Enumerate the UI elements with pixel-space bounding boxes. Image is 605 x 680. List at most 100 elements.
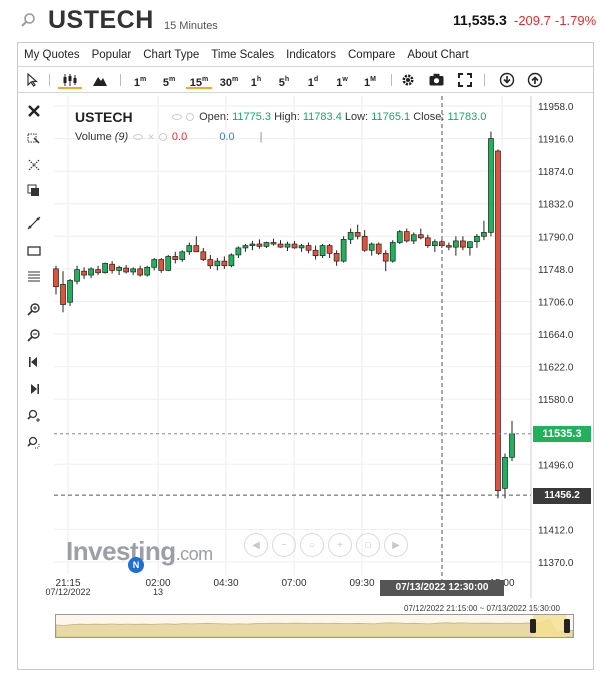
- candle-body: [109, 263, 115, 271]
- legend-settings-icon[interactable]: [186, 113, 194, 122]
- y-tick-label: 11790.0: [538, 232, 574, 243]
- candle-body: [403, 231, 410, 242]
- candle-body: [396, 231, 403, 243]
- candle-body: [172, 256, 179, 260]
- last-price-tag: 11535.3: [533, 426, 591, 442]
- candle-body: [319, 245, 326, 257]
- candle-body: [312, 249, 319, 257]
- navigator-right-handle[interactable]: [564, 619, 570, 633]
- legend-eye-icon[interactable]: [172, 114, 182, 121]
- candle-body: [249, 243, 256, 246]
- open-value: 11775.3: [232, 111, 272, 123]
- candle-body: [88, 268, 94, 276]
- candle-body: [389, 242, 396, 262]
- candle-body: [284, 243, 291, 248]
- candle-body: [375, 243, 382, 254]
- x-tick-sublabel: 07/12/2022: [45, 587, 90, 597]
- candle-body: [340, 239, 347, 262]
- candle-body: [228, 254, 235, 267]
- volume-label: Volume: [75, 131, 112, 143]
- nav-fit-icon[interactable]: □: [356, 533, 380, 557]
- y-tick-label: 11748.0: [538, 265, 574, 276]
- price-chart[interactable]: 11958.0 11916.0 11874.0 11832.0 11790.0 11748…: [0, 0, 605, 680]
- legend-symbol: USTECH: [75, 109, 133, 125]
- crosshair-time-tag: 07/13/2022 12:30:00: [380, 580, 504, 596]
- candle-body: [417, 234, 424, 239]
- x-tick-label: 09:30: [349, 578, 374, 589]
- candle-body: [270, 242, 277, 245]
- volume-period: (9): [114, 131, 129, 143]
- nav-zoom-out-icon[interactable]: −: [272, 533, 296, 557]
- candle-body: [431, 241, 438, 246]
- candle-body: [144, 266, 151, 276]
- candle-body: [81, 270, 87, 276]
- candle-body: [509, 433, 515, 458]
- candle-body: [467, 241, 473, 249]
- y-tick-label: 11916.0: [538, 135, 574, 146]
- candle-body: [53, 268, 59, 288]
- nav-zoom-in-icon[interactable]: +: [328, 533, 352, 557]
- crosshair-price-tag: 11456.2: [533, 488, 591, 504]
- nav-right-icon[interactable]: ▶: [384, 533, 408, 557]
- navigator-range-label: 07/12/2022 21:15:00 ~ 07/13/2022 15:30:0…: [404, 604, 560, 613]
- candle-body: [474, 235, 480, 243]
- low-label: Low:: [344, 111, 369, 123]
- y-tick-label: 11958.0: [538, 102, 574, 113]
- candle-body: [67, 280, 73, 303]
- candle-body: [263, 242, 270, 247]
- candle-body: [74, 269, 80, 282]
- y-tick-label: 11580.0: [538, 395, 574, 406]
- time-navigator[interactable]: [55, 614, 574, 638]
- volume-value-2: 0.0: [219, 131, 235, 143]
- candle-body: [200, 251, 207, 260]
- navigator-selection[interactable]: [533, 615, 567, 637]
- candle-body: [158, 259, 165, 271]
- close-label: Close:: [413, 111, 445, 123]
- y-tick-label: 11706.0: [538, 297, 574, 308]
- candle-body: [368, 243, 375, 251]
- legend-ohlc: Open: 11775.3 High: 11783.4 Low: 11765.1…: [170, 111, 486, 123]
- candle-body: [291, 243, 298, 249]
- y-tick-label: 11412.0: [538, 525, 574, 536]
- candle-body: [221, 260, 228, 267]
- candle-body: [354, 232, 361, 237]
- navigator-left-handle[interactable]: [530, 619, 536, 633]
- candle-body: [186, 245, 193, 253]
- y-tick-label: 11622.0: [538, 363, 574, 374]
- n-badge-icon[interactable]: N: [128, 557, 144, 573]
- high-value: 11783.4: [302, 111, 342, 123]
- candle-body: [214, 260, 221, 267]
- candle-body: [495, 150, 501, 492]
- y-tick-label: 11496.0: [538, 460, 574, 471]
- candle-body: [179, 251, 186, 260]
- navigator-sparkline: [55, 615, 574, 638]
- nav-left-icon[interactable]: ◀: [244, 533, 268, 557]
- volume-settings-icon[interactable]: [158, 133, 167, 142]
- candle-body: [123, 267, 130, 273]
- candle-body: [165, 256, 172, 271]
- candle-body: [277, 243, 284, 248]
- candle-body: [333, 252, 340, 262]
- candle-body: [481, 232, 487, 237]
- candle-body: [410, 234, 417, 242]
- candle-body: [424, 237, 431, 246]
- candle-body: [235, 247, 242, 256]
- low-value: 11765.1: [371, 111, 411, 123]
- candle-body: [116, 266, 122, 271]
- candle-body: [460, 240, 466, 248]
- candle-body: [137, 268, 144, 276]
- candle-body: [361, 235, 368, 251]
- close-value: 11783.0: [447, 111, 487, 123]
- legend-volume: Volume (9) ✕ 0.0 0.0 |: [75, 131, 263, 143]
- volume-close-icon[interactable]: ✕: [147, 132, 155, 143]
- chart-nav-controls: ◀ − ○ + □ ▶: [244, 533, 420, 559]
- volume-value-1: 0.0: [171, 131, 188, 143]
- candle-body: [102, 263, 108, 274]
- y-tick-label: 11664.0: [538, 330, 574, 341]
- x-tick-label: 07:00: [281, 578, 306, 589]
- candle-body: [502, 456, 508, 489]
- volume-eye-icon[interactable]: [133, 134, 144, 141]
- candle-body: [207, 259, 214, 267]
- nav-reset-icon[interactable]: ○: [300, 533, 324, 557]
- candle-body: [95, 269, 101, 274]
